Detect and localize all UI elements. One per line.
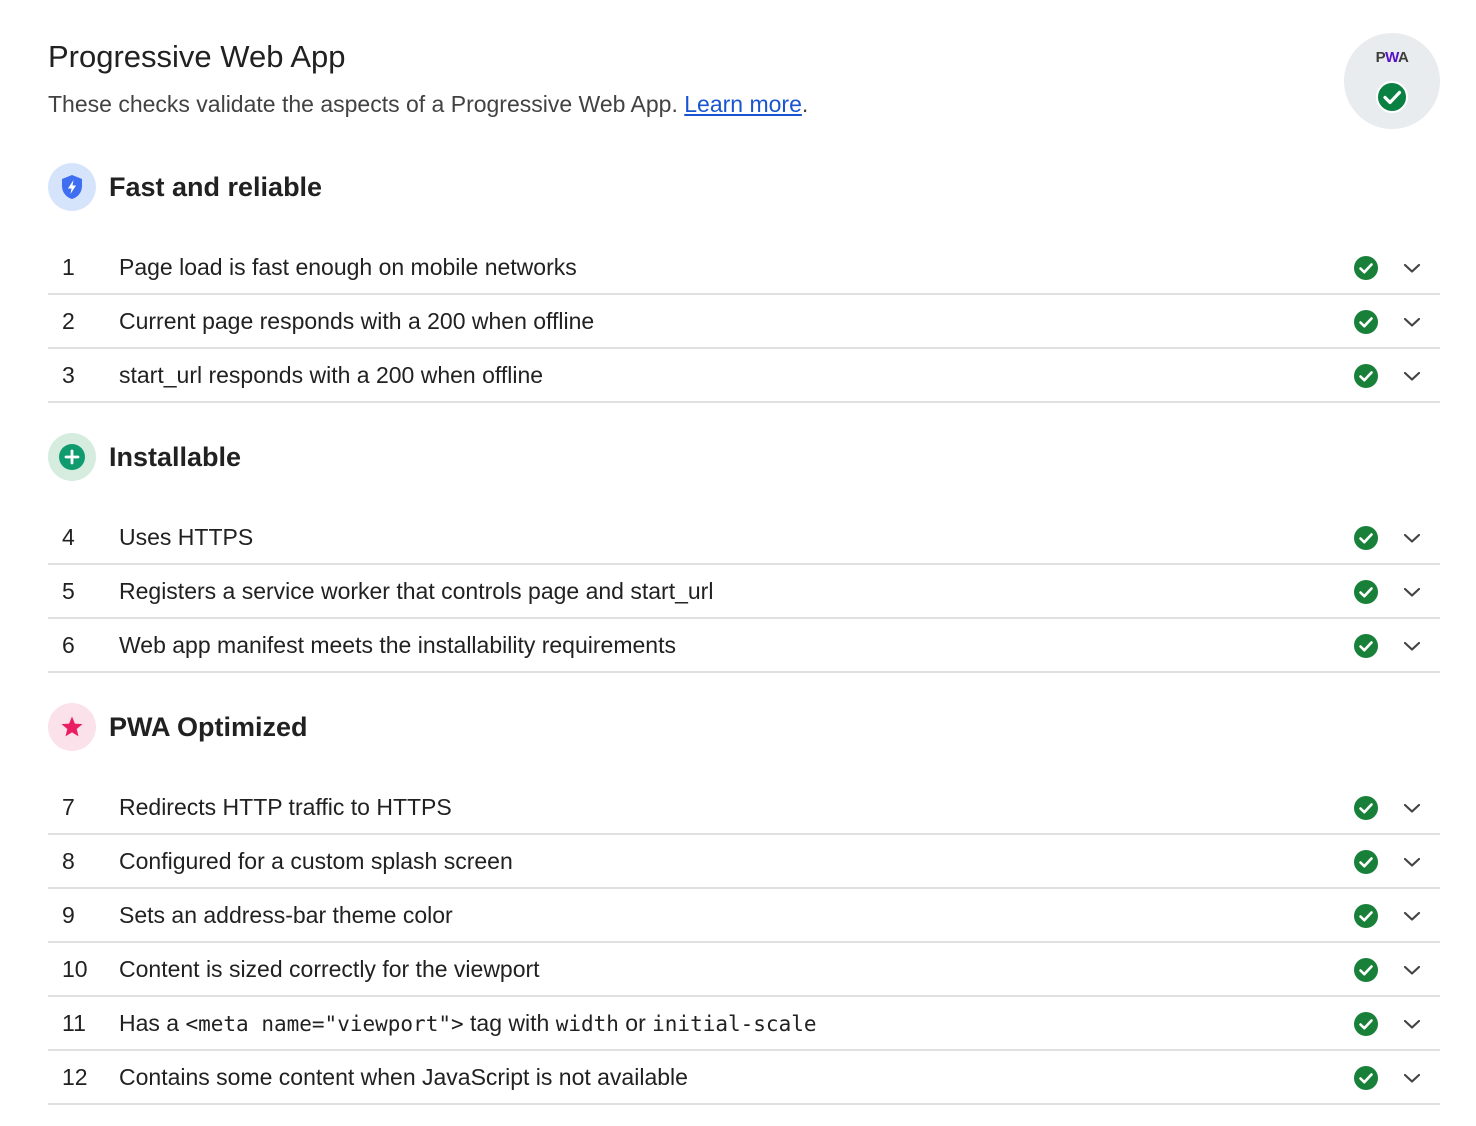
audit-row[interactable]: 9 Sets an address-bar theme color <box>48 889 1440 943</box>
chevron-down-icon[interactable] <box>1400 904 1424 928</box>
audit-number: 9 <box>62 901 75 928</box>
pass-check-icon <box>1354 850 1378 874</box>
pwa-logo-icon: PWA <box>1376 49 1410 66</box>
audit-row[interactable]: 10 Content is sized correctly for the vi… <box>48 943 1440 997</box>
audit-title: Content is sized correctly for the viewp… <box>119 955 540 982</box>
group-title: Installable <box>109 441 242 472</box>
audit-title: Configured for a custom splash screen <box>119 847 513 874</box>
audit-title: start_url responds with a 200 when offli… <box>119 361 544 388</box>
check-circle-icon <box>1376 81 1408 113</box>
audit-title-code: initial-scale <box>652 1011 817 1036</box>
audit-number: 8 <box>62 847 75 874</box>
chevron-down-icon[interactable] <box>1400 310 1424 334</box>
pass-check-icon <box>1354 580 1378 604</box>
audit-row[interactable]: 4 Uses HTTPS <box>48 511 1440 565</box>
chevron-down-icon[interactable] <box>1400 256 1424 280</box>
group-fast-and-reliable: Fast and reliable 1 Page load is fast en… <box>48 163 1440 403</box>
pass-check-icon <box>1354 310 1378 334</box>
learn-more-link[interactable]: Learn more <box>684 91 802 117</box>
pass-check-icon <box>1354 1066 1378 1090</box>
chevron-down-icon[interactable] <box>1400 634 1424 658</box>
chevron-down-icon[interactable] <box>1400 526 1424 550</box>
pass-check-icon <box>1354 634 1378 658</box>
chevron-down-icon[interactable] <box>1400 1012 1424 1036</box>
audit-list: 7 Redirects HTTP traffic to HTTPS 8 Conf… <box>48 781 1440 1105</box>
pass-check-icon <box>1354 364 1378 388</box>
chevron-down-icon[interactable] <box>1400 796 1424 820</box>
category-header: Progressive Web App These checks validat… <box>48 38 1440 119</box>
audit-title-text: or <box>618 1009 653 1036</box>
audit-title: Uses HTTPS <box>119 523 254 550</box>
audit-row[interactable]: 12 Contains some content when JavaScript… <box>48 1051 1440 1105</box>
audit-title-text: tag with <box>463 1009 556 1036</box>
audit-number: 11 <box>62 1009 86 1036</box>
audit-row[interactable]: 11 Has a <meta name="viewport"> tag with… <box>48 997 1440 1051</box>
description-period: . <box>801 91 809 117</box>
audit-title: Web app manifest meets the installabilit… <box>119 631 676 658</box>
group-title: PWA Optimized <box>109 711 308 742</box>
category-description: These checks validate the aspects of a P… <box>48 89 1440 119</box>
audit-number: 1 <box>62 253 75 280</box>
audit-row[interactable]: 2 Current page responds with a 200 when … <box>48 295 1440 349</box>
description-text: These checks validate the aspects of a P… <box>48 91 678 117</box>
audit-title-code: width <box>555 1011 619 1036</box>
group-installable: Installable 4 Uses HTTPS 5 Registers a s… <box>48 433 1440 673</box>
audit-number: 2 <box>62 307 75 334</box>
audit-title: Redirects HTTP traffic to HTTPS <box>119 793 452 820</box>
audit-title-code: <meta name="viewport"> <box>185 1011 464 1036</box>
audit-row[interactable]: 3 start_url responds with a 200 when off… <box>48 349 1440 403</box>
plus-circle-icon <box>48 433 96 481</box>
audit-row[interactable]: 1 Page load is fast enough on mobile net… <box>48 241 1440 295</box>
pass-check-icon <box>1354 526 1378 550</box>
audit-title: Registers a service worker that controls… <box>119 577 714 604</box>
audit-title: Current page responds with a 200 when of… <box>119 307 595 334</box>
audit-title: Contains some content when JavaScript is… <box>119 1063 688 1090</box>
chevron-down-icon[interactable] <box>1400 364 1424 388</box>
pass-check-icon <box>1354 796 1378 820</box>
group-header: PWA Optimized <box>48 703 1440 751</box>
audit-number: 12 <box>62 1063 88 1090</box>
audit-number: 7 <box>62 793 75 820</box>
chevron-down-icon[interactable] <box>1400 1066 1424 1090</box>
shield-bolt-icon <box>48 163 96 211</box>
audit-row[interactable]: 5 Registers a service worker that contro… <box>48 565 1440 619</box>
pass-check-icon <box>1354 256 1378 280</box>
audit-number: 6 <box>62 631 75 658</box>
chevron-down-icon[interactable] <box>1400 850 1424 874</box>
chevron-down-icon[interactable] <box>1400 580 1424 604</box>
pass-check-icon <box>1354 1012 1378 1036</box>
pwa-badge: PWA <box>1344 33 1440 129</box>
audit-title: Sets an address-bar theme color <box>119 901 453 928</box>
audit-row[interactable]: 6 Web app manifest meets the installabil… <box>48 619 1440 673</box>
pass-check-icon <box>1354 958 1378 982</box>
audit-number: 4 <box>62 523 75 550</box>
group-pwa-optimized: PWA Optimized 7 Redirects HTTP traffic t… <box>48 703 1440 1105</box>
star-icon <box>48 703 96 751</box>
chevron-down-icon[interactable] <box>1400 958 1424 982</box>
audit-row[interactable]: 7 Redirects HTTP traffic to HTTPS <box>48 781 1440 835</box>
pwa-logo: PWA <box>1344 49 1440 70</box>
audit-title-text: Has a <box>119 1009 186 1036</box>
group-title: Fast and reliable <box>109 171 323 202</box>
audit-row[interactable]: 8 Configured for a custom splash screen <box>48 835 1440 889</box>
group-header: Fast and reliable <box>48 163 1440 211</box>
svg-text:PWA: PWA <box>1376 49 1409 65</box>
audit-number: 5 <box>62 577 75 604</box>
audit-list: 1 Page load is fast enough on mobile net… <box>48 241 1440 403</box>
audit-number: 10 <box>62 955 88 982</box>
pass-check-icon <box>1354 904 1378 928</box>
group-header: Installable <box>48 433 1440 481</box>
audit-list: 4 Uses HTTPS 5 Registers a service worke… <box>48 511 1440 673</box>
audit-title: Has a <meta name="viewport"> tag with wi… <box>119 1010 817 1037</box>
audit-title: Page load is fast enough on mobile netwo… <box>119 253 577 280</box>
page-title: Progressive Web App <box>48 39 346 74</box>
audit-number: 3 <box>62 361 75 388</box>
